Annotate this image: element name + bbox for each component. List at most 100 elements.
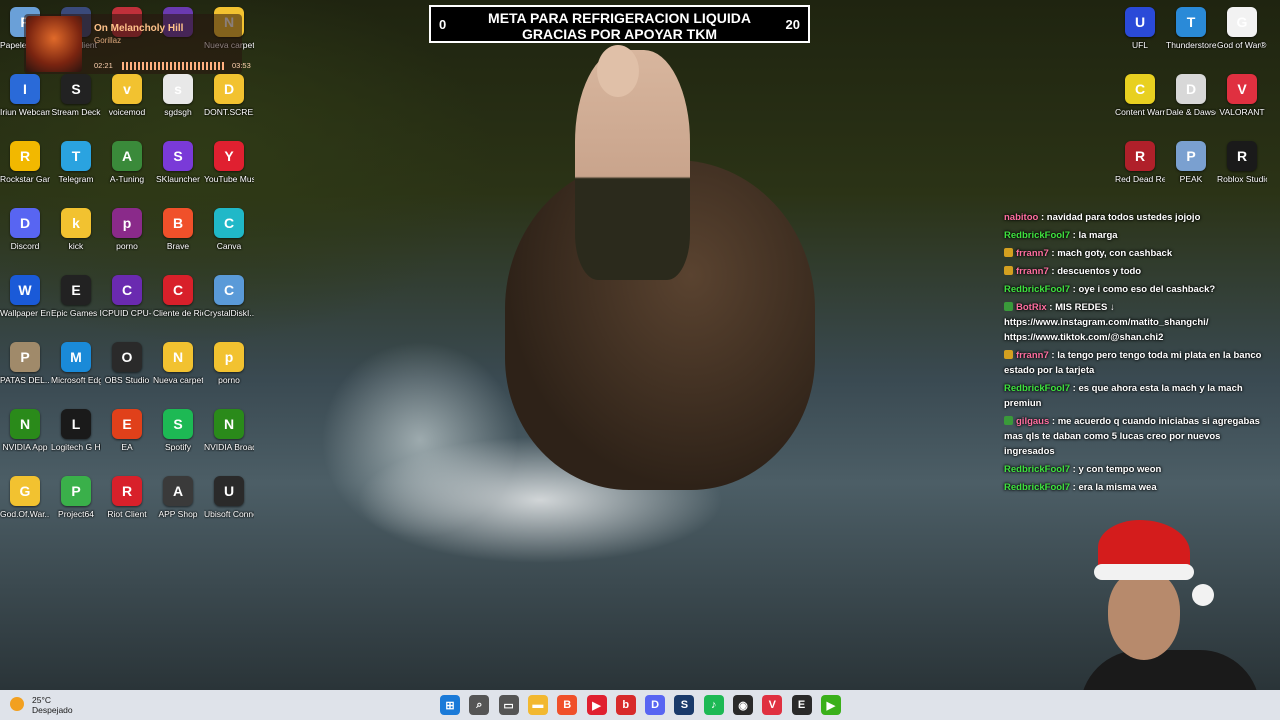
desktop-icon[interactable]: O OBS Studio xyxy=(102,342,152,385)
desktop-icon-label: Iriun Webcam xyxy=(0,107,50,117)
chat-text: y con tempo weon xyxy=(1078,464,1162,475)
desktop-icon[interactable]: D DONT.SCRE... xyxy=(204,74,254,117)
windows-start-icon[interactable]: ⊞ xyxy=(440,695,460,715)
desktop-icon[interactable]: C CPUID CPU-Z xyxy=(102,275,152,318)
desktop-icon-label: A-Tuning xyxy=(109,174,145,184)
desktop-icon[interactable]: E Epic Games Launcher xyxy=(51,275,101,318)
desktop-icon[interactable]: G God.Of.War... xyxy=(0,476,50,519)
chat-username: RedbrickFool7 xyxy=(1004,464,1070,475)
youtube-music-icon: Y xyxy=(214,141,244,171)
search-icon[interactable]: ⌕ xyxy=(469,695,490,715)
ubisoft-icon: U xyxy=(214,476,244,506)
desktop-icon[interactable]: Y YouTube Music Des... xyxy=(204,141,254,184)
desktop-icon[interactable]: L Logitech G HUB xyxy=(51,409,101,452)
desktop-icon[interactable]: T Thunderstore Mod Mana... xyxy=(1166,7,1216,50)
epic-games-icon[interactable]: E xyxy=(791,695,812,715)
desktop-icon[interactable]: R Roblox Studio xyxy=(1217,141,1267,184)
chat-text: oye i como eso del cashback? xyxy=(1078,284,1216,295)
desktop-icon[interactable]: U UFL xyxy=(1115,7,1165,50)
app-icon[interactable]: b xyxy=(615,695,636,715)
desktop-icon[interactable]: A APP Shop xyxy=(153,476,203,519)
desktop-icon[interactable]: B Brave xyxy=(153,208,203,251)
discord-icon[interactable]: D xyxy=(645,695,666,715)
winrar-icon: p xyxy=(112,208,142,238)
desktop-icon[interactable]: P Project64 xyxy=(51,476,101,519)
desktop-icon[interactable]: I Iriun Webcam xyxy=(0,74,50,117)
file-explorer-icon[interactable]: ▬ xyxy=(527,695,548,715)
desktop-icon-label: APP Shop xyxy=(158,509,198,519)
desktop-icon[interactable]: C CrystalDiskI... xyxy=(204,275,254,318)
chat-badge-icon xyxy=(1004,248,1013,257)
desktop-icon-label: NVIDIA Broadcast xyxy=(204,442,254,452)
desktop-icon[interactable]: M Microsoft Edge xyxy=(51,342,101,385)
desktop-icon-label: Spotify xyxy=(165,442,191,452)
obs-icon[interactable]: ◉ xyxy=(733,695,753,715)
desktop-icon[interactable]: W Wallpaper Engine xyxy=(0,275,50,318)
desktop-icon[interactable]: A A-Tuning xyxy=(102,141,152,184)
desktop-icon[interactable]: C Canva xyxy=(204,208,254,251)
desktop-icon[interactable]: R Red Dead Redempti... xyxy=(1115,141,1165,184)
valorant-icon[interactable]: V xyxy=(762,695,783,715)
desktop-icon[interactable]: C Cliente de Riot xyxy=(153,275,203,318)
desktop-icon-label: Microsoft Edge xyxy=(51,375,101,385)
desktop-icon[interactable]: T Telegram xyxy=(51,141,101,184)
desktop-icon[interactable]: N NVIDIA App xyxy=(0,409,50,452)
youtube-music-icon[interactable]: ▶ xyxy=(586,695,607,715)
chat-message: RedbrickFool7 : y con tempo weon xyxy=(1004,462,1272,477)
desktop-icon[interactable]: k kick xyxy=(51,208,101,251)
valorant-icon: V xyxy=(1227,74,1257,104)
peak-icon: P xyxy=(1176,141,1206,171)
desktop-icon[interactable]: s sgdsgh xyxy=(153,74,203,117)
desktop-icon[interactable]: N Nueva carpeta xyxy=(153,342,203,385)
desktop-icon[interactable]: V VALORANT xyxy=(1217,74,1267,117)
album-art xyxy=(26,16,82,72)
spotify-icon: S xyxy=(163,409,193,439)
steam-icon[interactable]: S xyxy=(674,695,695,715)
desktop-icon[interactable]: S SKlauncher xyxy=(153,141,203,184)
desktop-icon-label: porno xyxy=(218,375,240,385)
desktop-icon[interactable]: E EA xyxy=(102,409,152,452)
media-player-widget[interactable]: On Melancholy Hill Gorillaz 02:21 03:53 xyxy=(24,14,251,74)
desktop-icon-label: Riot Client xyxy=(107,509,147,519)
stream-deck-icon: S xyxy=(61,74,91,104)
chat-username: BotRix xyxy=(1016,302,1047,313)
chat-username: RedbrickFool7 xyxy=(1004,383,1070,394)
weather-moon-icon xyxy=(10,697,24,711)
desktop-icon[interactable]: D Discord xyxy=(0,208,50,251)
desktop-icon-label: OBS Studio xyxy=(104,375,150,385)
desktop-icon[interactable]: R Riot Client xyxy=(102,476,152,519)
desktop-icon[interactable]: P PATAS DEL... xyxy=(0,342,50,385)
desktop-icon-label: Logitech G HUB xyxy=(51,442,101,452)
desktop-icon-label: Project64 xyxy=(58,509,94,519)
desktop-icon-label: NVIDIA App xyxy=(2,442,48,452)
brave-icon[interactable]: B xyxy=(557,695,578,715)
avatar-face xyxy=(1108,570,1180,660)
desktop-icon[interactable]: D Dale & Dawson... xyxy=(1166,74,1216,117)
chat-text: descuentos y todo xyxy=(1057,266,1142,277)
nvidia-icon[interactable]: ▶ xyxy=(820,695,841,715)
desktop-icon[interactable]: U Ubisoft Connect xyxy=(204,476,254,519)
desktop-icon-label: Thunderstore Mod Mana... xyxy=(1166,40,1216,50)
desktop-icon[interactable]: S Spotify xyxy=(153,409,203,452)
desktop-icon-label: Epic Games Launcher xyxy=(51,308,101,318)
desktop-icon[interactable]: G God of War® Collection xyxy=(1217,7,1267,50)
task-view-icon[interactable]: ▭ xyxy=(498,695,519,715)
desktop-icon[interactable]: p porno xyxy=(102,208,152,251)
weather-condition: Despejado xyxy=(32,705,73,715)
desktop-icon[interactable]: p porno xyxy=(204,342,254,385)
desktop-icon[interactable]: P PEAK xyxy=(1166,141,1216,184)
desktop-icon[interactable]: v voicemod xyxy=(102,74,152,117)
folder-icon: v xyxy=(112,74,142,104)
desktop-icon[interactable]: S Stream Deck xyxy=(51,74,101,117)
nvidia-icon: N xyxy=(10,409,40,439)
riot-icon: R xyxy=(112,476,142,506)
telegram-icon: T xyxy=(61,141,91,171)
epic-games-icon: E xyxy=(61,275,91,305)
desktop-icon[interactable]: C Content Warning xyxy=(1115,74,1165,117)
desktop-icon[interactable]: R Rockstar Games ... xyxy=(0,141,50,184)
spotify-icon[interactable]: ♪ xyxy=(703,695,724,715)
chat-username: frrann7 xyxy=(1016,248,1049,259)
audio-visualizer xyxy=(122,62,226,70)
chat-separator: : xyxy=(1048,350,1058,361)
desktop-icon[interactable]: N NVIDIA Broadcast xyxy=(204,409,254,452)
